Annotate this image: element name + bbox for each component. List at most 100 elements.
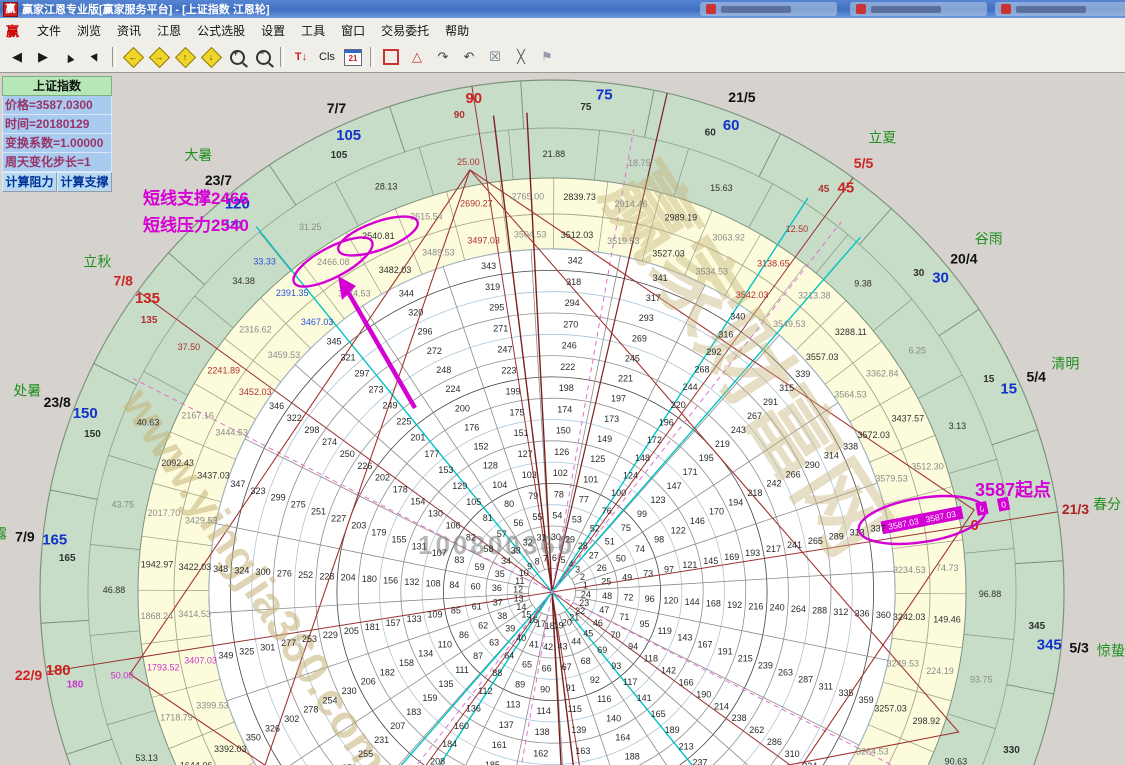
spiral-number: 319 (485, 282, 500, 292)
price-outer-ring-label: 1718.79 (160, 713, 193, 723)
spiral-number: 54 (552, 511, 562, 521)
draw-triangle-tool[interactable]: △ (405, 45, 429, 69)
spiral-number: 227 (331, 514, 346, 524)
panel-field-0: 价格=3587.0300 (2, 96, 112, 115)
price-inner-ring-label: 3542.03 (736, 290, 769, 300)
background-window-tab-1[interactable] (850, 2, 987, 16)
outer-degree-label: 90 (465, 90, 482, 107)
move-down-button[interactable]: ↓ (199, 45, 223, 69)
pointer-down-button[interactable]: ▼ (79, 41, 111, 73)
menu-item-2[interactable]: 资讯 (109, 19, 149, 42)
calendar-date-label: 5/5 (854, 155, 874, 171)
spiral-number: 129 (452, 481, 467, 491)
menu-item-6[interactable]: 工具 (293, 19, 333, 42)
spiral-number: 345 (327, 336, 342, 346)
solar-term-label: 春分 (1093, 496, 1121, 512)
boxed-cross-tool[interactable]: ☒ (483, 45, 507, 69)
zoom-in-button[interactable]: + (225, 45, 249, 69)
solar-term-label: 谷雨 (975, 230, 1003, 246)
spiral-number: 296 (418, 327, 433, 337)
outer-degree-label: 105 (336, 127, 361, 144)
cls-button[interactable]: Cls (315, 45, 339, 69)
price-outer-ring-label: 2167.16 (181, 410, 214, 420)
time-axis-button[interactable]: T↓ (289, 45, 313, 69)
spiral-number: 159 (422, 693, 437, 703)
blurred-tab-text (1016, 6, 1086, 13)
menu-item-7[interactable]: 窗口 (333, 19, 373, 42)
menu-item-4[interactable]: 公式选股 (189, 19, 253, 42)
price-outer-ring-label: 2391.35 (276, 288, 309, 298)
percent-ring-label: 25.00 (457, 157, 480, 167)
draw-square-tool[interactable] (379, 45, 403, 69)
spiral-number: 169 (724, 552, 739, 562)
calendar-button[interactable]: 21 (341, 45, 365, 69)
spiral-number: 184 (442, 739, 457, 749)
menu-item-3[interactable]: 江恩 (149, 19, 189, 42)
spiral-number: 193 (745, 548, 760, 558)
scale-tool[interactable]: ╳ (509, 45, 533, 69)
calc-support-button[interactable]: 计算支撑 (57, 172, 112, 192)
menu-item-1[interactable]: 浏览 (69, 19, 109, 42)
menu-item-9[interactable]: 帮助 (437, 19, 477, 42)
percent-ring-label: 40.63 (137, 418, 160, 428)
title-bar[interactable]: 赢 赢家江恩专业版[赢家服务平台] - [上证指数 江恩轮] (0, 0, 1125, 18)
price-inner-ring-label: 3459.53 (268, 350, 301, 360)
spiral-number: 91 (566, 683, 576, 693)
spiral-number: 183 (406, 707, 421, 717)
spiral-number: 295 (489, 303, 504, 313)
spiral-number: 272 (427, 346, 442, 356)
spiral-number: 120 (663, 595, 678, 605)
price-outer-ring-label: 3437.57 (892, 413, 925, 423)
move-right-button[interactable]: → (147, 45, 171, 69)
degree-ring-label: 90 (454, 110, 466, 121)
menu-item-0[interactable]: 文件 (29, 19, 69, 42)
spiral-number: 195 (699, 453, 714, 463)
degree-ring-label: 105 (331, 150, 348, 161)
price-inner-ring-label: 3564.53 (834, 389, 867, 399)
percent-ring-label: 12.50 (786, 224, 809, 234)
spiral-number: 138 (535, 727, 550, 737)
page-next-button[interactable]: ▶ (31, 45, 55, 69)
spiral-number: 78 (554, 489, 564, 499)
gann-wheel-canvas[interactable]: 赢家财富网www.yingjia360.com10080036001530456… (0, 72, 1125, 765)
calc-resistance-button[interactable]: 计算阻力 (2, 172, 57, 192)
price-inner-ring-label: 3242.03 (893, 612, 926, 622)
spiral-number: 301 (260, 642, 275, 652)
spiral-number: 297 (354, 368, 369, 378)
percent-ring-label: 34.38 (232, 276, 255, 286)
price-outer-ring-label: 2540.81 (362, 231, 395, 241)
zoom-out-button[interactable]: − (251, 45, 275, 69)
spiral-number: 60 (471, 582, 481, 592)
rotate-ccw-tool[interactable]: ↶ (457, 45, 481, 69)
spiral-number: 8 (535, 556, 540, 566)
spiral-number: 5 (561, 555, 566, 565)
price-inner-ring-label: 3579.53 (875, 473, 908, 483)
degree-ring-label: 45 (818, 184, 830, 195)
spiral-number: 291 (763, 397, 778, 407)
spiral-number: 100 (611, 488, 626, 498)
spiral-number: 61 (472, 602, 482, 612)
spiral-number: 121 (682, 560, 697, 570)
spiral-number: 42 (543, 642, 553, 652)
page-prev-button[interactable]: ◀ (5, 45, 29, 69)
pointer-up-button[interactable]: ▲ (53, 41, 85, 73)
move-left-button[interactable]: ← (121, 45, 145, 69)
move-up-button[interactable]: ↑ (173, 45, 197, 69)
menu-item-5[interactable]: 设置 (253, 19, 293, 42)
background-window-tab-0[interactable] (700, 2, 837, 16)
background-window-tab-2[interactable] (995, 2, 1125, 16)
toolbar-separator (370, 47, 374, 67)
outer-degree-label: 45 (838, 179, 855, 196)
spiral-number: 57 (497, 529, 507, 539)
spiral-number: 205 (344, 626, 359, 636)
spiral-number: 302 (284, 714, 299, 724)
rotate-cw-tool[interactable]: ↷ (431, 45, 455, 69)
solar-term-label: 立夏 (868, 129, 896, 145)
menu-item-8[interactable]: 交易委托 (373, 19, 437, 42)
spiral-number: 4 (569, 559, 574, 569)
stamp-tool[interactable]: ⚑ (535, 45, 559, 69)
spiral-number: 105 (466, 497, 481, 507)
spiral-number: 170 (709, 507, 724, 517)
spiral-number: 146 (690, 516, 705, 526)
spiral-number: 149 (597, 434, 612, 444)
